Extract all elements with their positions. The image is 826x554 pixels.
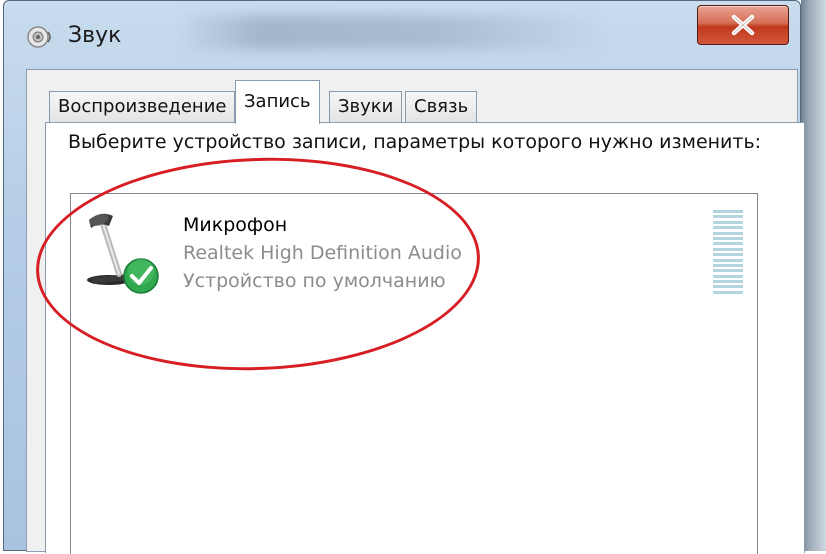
close-button[interactable] (697, 5, 789, 45)
speaker-icon (27, 26, 51, 48)
microphone-icon (87, 213, 159, 294)
device-description: Realtek High Definition Audio (183, 242, 462, 264)
recording-device-list[interactable]: Микрофон Realtek High Definition Audio У… (70, 193, 758, 554)
device-status: Устройство по умолчанию (183, 270, 446, 292)
level-meter (713, 210, 743, 294)
tab-playback[interactable]: Воспроизведение (49, 91, 236, 123)
tab-communications[interactable]: Связь (405, 91, 478, 123)
dialog-client-area: Воспроизведение Запись Звуки Связь Выбер… (26, 69, 805, 554)
window-title: Звук (68, 23, 122, 48)
list-item[interactable]: Микрофон Realtek High Definition Audio У… (77, 202, 747, 302)
tab-sounds[interactable]: Звуки (329, 91, 403, 123)
instructions-text: Выберите устройство записи, параметры ко… (68, 131, 762, 153)
tab-label: Воспроизведение (58, 96, 227, 117)
tab-recording[interactable]: Запись (235, 80, 320, 124)
sound-dialog-window: Звук Воспроизведение Запись Звуки Связь … (3, 0, 805, 554)
tab-label: Звуки (338, 96, 394, 117)
tab-label: Связь (414, 96, 469, 117)
recording-panel: Выберите устройство записи, параметры ко… (45, 122, 805, 554)
title-bar[interactable]: Звук (4, 1, 800, 73)
title-bar-blur (174, 15, 614, 49)
device-name: Микрофон (183, 214, 288, 236)
tab-label: Запись (244, 91, 311, 112)
close-icon (731, 14, 755, 36)
